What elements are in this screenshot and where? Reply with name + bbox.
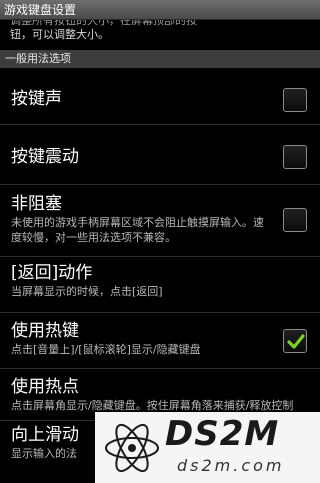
partial-line-2: 钮，可以调整大小。 — [10, 28, 109, 41]
section-header: 一般用法选项 — [0, 50, 320, 68]
atom-logo-icon — [105, 423, 159, 473]
divider — [0, 124, 320, 125]
pref-title: [返回]动作 — [11, 263, 93, 283]
pref-use-hotkey[interactable]: 使用热键 点击[音量上]/[鼠标滚轮]显示/隐藏键盘 — [0, 320, 320, 366]
key-sound-checkbox[interactable] — [283, 88, 307, 112]
pref-back-action[interactable]: [返回]动作 当屏幕显示的时候，点击[返回] — [0, 262, 320, 308]
watermark-domain: ds2m.com — [177, 456, 285, 475]
window-title: 游戏键盘设置 — [0, 0, 320, 20]
pref-summary: 未使用的游戏手柄屏幕区域不会阻止触摸屏输入。速度较慢，对一些用法选项不兼容。 — [11, 216, 264, 244]
key-vibrate-checkbox[interactable] — [283, 145, 307, 169]
use-hotkey-checkbox[interactable] — [283, 329, 307, 353]
pref-title: 使用热键 — [11, 321, 79, 341]
divider — [0, 256, 320, 257]
watermark-brand: DS2M — [165, 414, 280, 454]
pref-key-vibrate[interactable]: 按键震动 — [0, 136, 320, 178]
check-icon — [287, 334, 305, 349]
pref-summary: 当屏幕显示的时候，点击[返回] — [11, 285, 163, 298]
pref-summary: 点击[音量上]/[鼠标滚轮]显示/隐藏键盘 — [11, 343, 201, 356]
divider — [0, 312, 320, 313]
pref-summary: 点击屏幕角显示/隐藏键盘。按住屏幕角落来捕获/释放控制 — [11, 399, 294, 412]
pref-non-blocking[interactable]: 非阻塞 未使用的游戏手柄屏幕区域不会阻止触摸屏输入。速度较慢，对一些用法选项不兼… — [0, 193, 320, 255]
non-blocking-checkbox[interactable] — [283, 208, 307, 232]
pref-title: 非阻塞 — [11, 194, 62, 214]
divider — [0, 368, 320, 369]
pref-title: 使用热点 — [11, 377, 79, 397]
pref-title: 按键震动 — [11, 147, 79, 167]
divider — [0, 184, 320, 185]
pref-key-sound[interactable]: 按键声 — [0, 80, 320, 120]
watermark: DS2M ds2m.com — [95, 412, 320, 483]
pref-title: 按键声 — [11, 89, 62, 109]
